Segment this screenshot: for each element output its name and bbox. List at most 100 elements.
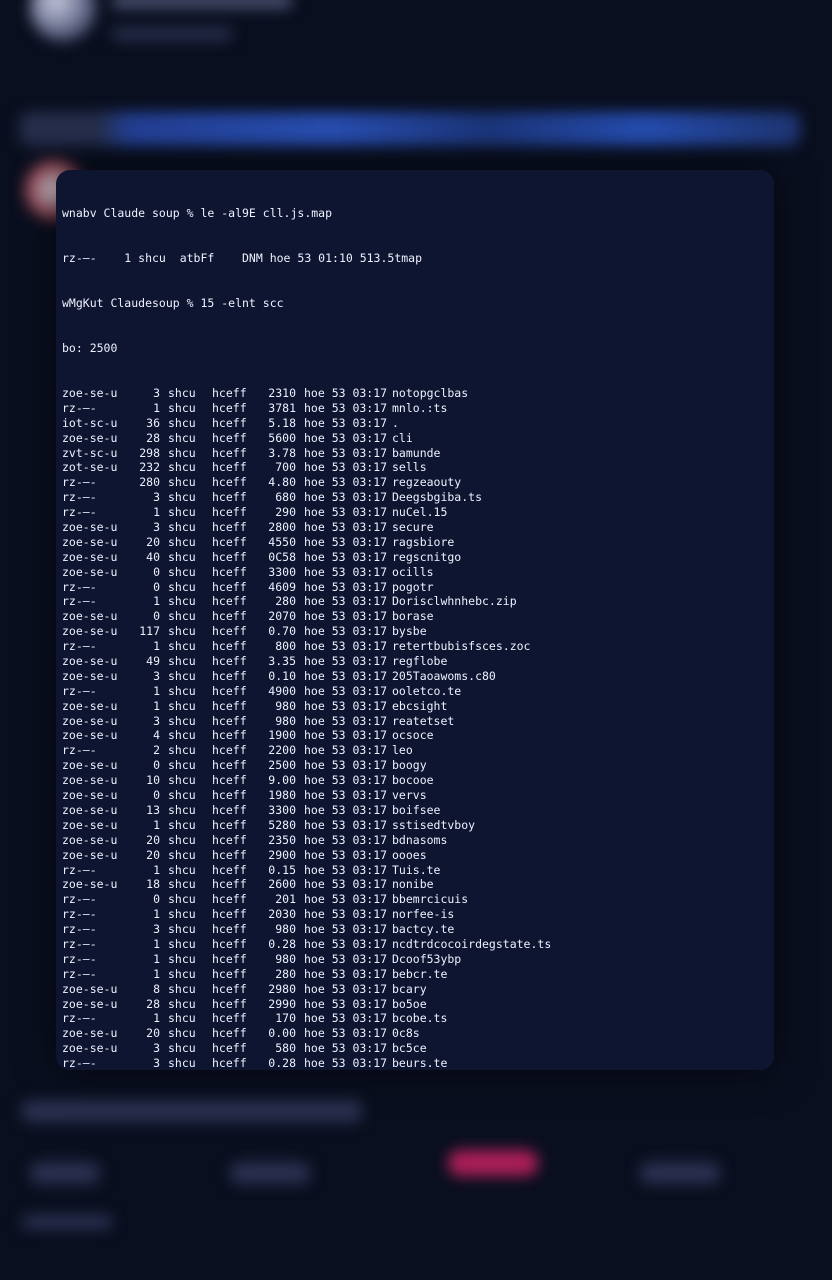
post-text <box>20 112 800 146</box>
owner: shcu <box>168 936 196 951</box>
author-name[interactable] <box>112 0 292 8</box>
listing-row: iot-sc-u 36 shcu hceff 5.18 hoe 53 03:17. <box>62 416 774 431</box>
group: hceff <box>212 520 247 535</box>
owner: shcu <box>168 639 196 654</box>
modified-date: hoe 53 03:17 <box>304 579 388 594</box>
author-avatar[interactable] <box>30 0 96 41</box>
link-count: 20 <box>146 534 160 549</box>
owner: shcu <box>168 594 196 609</box>
file-name: borase <box>392 609 434 624</box>
group: hceff <box>212 758 247 773</box>
listing-row: zot-se-u 232 shcu hceff 700 hoe 53 03:17 sells <box>62 460 774 475</box>
group: hceff <box>212 490 247 505</box>
modified-date: hoe 53 03:17 <box>304 698 388 713</box>
like-icon[interactable] <box>448 1150 538 1176</box>
listing-row: zoe-se-u 8 shcu hceff 2980 hoe 53 03:17 bcary <box>62 982 774 997</box>
modified-date: hoe 53 03:17 <box>304 594 388 609</box>
permissions: rz-—- <box>62 1056 97 1070</box>
group: hceff <box>212 713 247 728</box>
modified-date: hoe 53 03:17 <box>304 832 388 847</box>
file-size: 2990 <box>268 996 296 1011</box>
permissions: zoe-se-u <box>62 728 118 743</box>
file-size: 201 <box>275 892 296 907</box>
file-name: beurs.te <box>392 1056 448 1070</box>
owner: shcu <box>168 966 196 981</box>
file-size: 1980 <box>268 788 296 803</box>
owner: shcu <box>168 788 196 803</box>
file-size: 4550 <box>268 534 296 549</box>
owner: shcu <box>168 534 196 549</box>
terminal-window[interactable]: wnabv Claude soup % le -al9E cll.js.map … <box>56 170 774 1070</box>
group: hceff <box>212 549 247 564</box>
group: hceff <box>212 1056 247 1070</box>
terminal-line: wnabv Claude soup % le -al9E cll.js.map <box>62 206 333 220</box>
group: hceff <box>212 981 247 996</box>
group: hceff <box>212 773 247 788</box>
file-size: 9.00 <box>268 773 296 788</box>
modified-date: hoe 53 03:17 <box>304 534 388 549</box>
permissions: rz-—- <box>62 639 97 654</box>
link-count: 3 <box>153 490 160 505</box>
listing-row: rz-—- 3 shcu hceff 0.28 hoe 53 03:17 beurs.te <box>62 1056 774 1070</box>
link-count: 1 <box>153 683 160 698</box>
file-size: 2500 <box>268 758 296 773</box>
link-count: 0 <box>153 579 160 594</box>
file-name: Tuis.te <box>392 862 441 877</box>
file-size: 2800 <box>268 520 296 535</box>
modified-date: hoe 53 03:17 <box>304 1011 388 1026</box>
group: hceff <box>212 475 247 490</box>
modified-date: hoe 53 03:17 <box>304 1056 388 1070</box>
file-name: oooes <box>392 847 427 862</box>
group: hceff <box>212 386 247 400</box>
group: hceff <box>212 1011 247 1026</box>
owner: shcu <box>168 698 196 713</box>
permissions: zoe-se-u <box>62 1026 118 1041</box>
link-count: 18 <box>146 877 160 892</box>
file-name: cli <box>392 430 413 445</box>
bookmark-icon[interactable] <box>640 1162 720 1184</box>
file-name: bc5ce <box>392 1041 427 1056</box>
permissions: iot-sc-u <box>62 415 118 430</box>
link-count: 1 <box>153 907 160 922</box>
file-name: boogy <box>392 758 427 773</box>
link-count: 0 <box>153 564 160 579</box>
reply-icon[interactable] <box>30 1162 100 1184</box>
modified-date: hoe 53 03:17 <box>304 892 388 907</box>
link-count: 298 <box>139 445 160 460</box>
link-count: 0 <box>153 758 160 773</box>
modified-date: hoe 53 03:17 <box>304 549 388 564</box>
file-name: nuCel.15 <box>392 505 448 520</box>
link-count: 36 <box>146 415 160 430</box>
repost-icon[interactable] <box>230 1162 310 1184</box>
group: hceff <box>212 505 247 520</box>
file-size: 4.80 <box>268 475 296 490</box>
group: hceff <box>212 400 247 415</box>
owner: shcu <box>168 445 196 460</box>
listing-row: zoe-se-u 3 shcu hceff 2310 hoe 53 03:17 notopg… <box>62 386 774 401</box>
listing-row: zoe-se-u 3 shcu hceff 2800 hoe 53 03:17 secure <box>62 520 774 535</box>
file-name: mnlo.:ts <box>392 400 448 415</box>
file-name: leo <box>392 743 413 758</box>
permissions: zoe-se-u <box>62 654 118 669</box>
link-count: 3 <box>153 520 160 535</box>
permissions: zoe-se-u <box>62 668 118 683</box>
file-name: nonibe <box>392 877 434 892</box>
listing-row: rz-—- 2 shcu hceff 2200 hoe 53 03:17 leo <box>62 743 774 758</box>
file-size: 2350 <box>268 832 296 847</box>
modified-date: hoe 53 03:17 <box>304 520 388 535</box>
permissions: zoe-se-u <box>62 877 118 892</box>
permissions: zoe-se-u <box>62 1041 118 1056</box>
listing-row: rz-—- 3 shcu hceff 980 hoe 53 03:17 bactcy.te <box>62 922 774 937</box>
file-name: ebcsight <box>392 698 448 713</box>
permissions: rz-—- <box>62 505 97 520</box>
link-count: 49 <box>146 654 160 669</box>
link-count: 3 <box>153 668 160 683</box>
link-count: 117 <box>139 624 160 639</box>
link-count: 1 <box>153 862 160 877</box>
modified-date: hoe 53 03:17 <box>304 847 388 862</box>
permissions: rz-—- <box>62 907 97 922</box>
listing-row: zvt-sc-u 298 shcu hceff 3.78 hoe 53 03:17 bamu… <box>62 446 774 461</box>
link-count: 4 <box>153 728 160 743</box>
link-count: 3 <box>153 1041 160 1056</box>
group: hceff <box>212 877 247 892</box>
